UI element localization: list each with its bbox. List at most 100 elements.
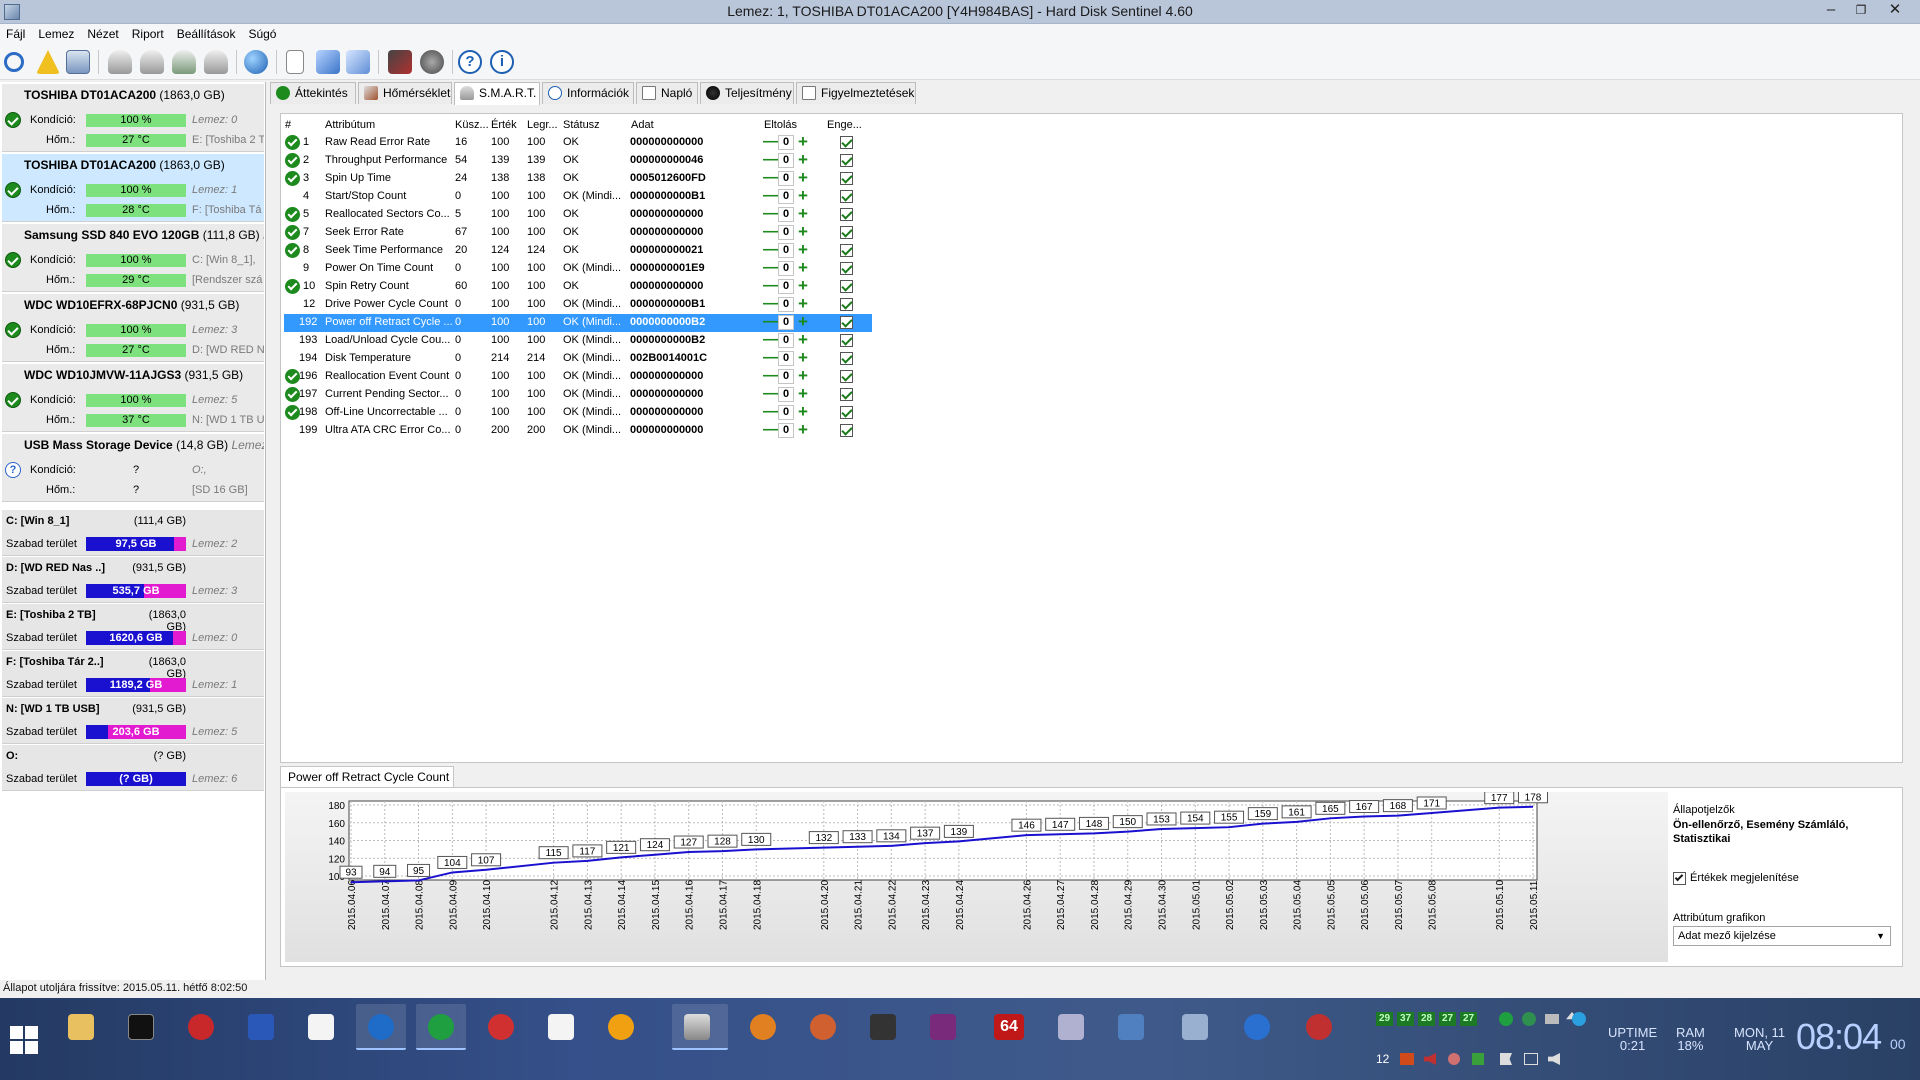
skype-tray-icon[interactable] (1572, 1012, 1586, 1026)
decrement-button[interactable]: — (763, 332, 779, 348)
help-icon[interactable]: ? (458, 50, 482, 74)
offset-value[interactable]: 0 (778, 135, 794, 150)
enable-checkbox[interactable] (840, 280, 853, 293)
utorrent-tray-icon[interactable] (1499, 1012, 1513, 1026)
menu-view[interactable]: Nézet (81, 24, 125, 41)
enable-checkbox[interactable] (840, 226, 853, 239)
network-tray-icon[interactable] (1522, 1012, 1536, 1026)
increment-button[interactable]: + (796, 241, 810, 258)
decrement-button[interactable]: — (763, 278, 779, 294)
stop-test-icon[interactable] (204, 50, 228, 74)
disk-icon[interactable] (66, 50, 90, 74)
tools-taskbar-icon[interactable] (1046, 1004, 1096, 1050)
offset-value[interactable]: 0 (778, 243, 794, 258)
maximize-button[interactable]: ❐ (1846, 0, 1876, 22)
increment-button[interactable]: + (796, 277, 810, 294)
offset-value[interactable]: 0 (778, 225, 794, 240)
tab-alerts[interactable]: Figyelmeztetések (796, 82, 916, 104)
enable-checkbox[interactable] (840, 190, 853, 203)
increment-button[interactable]: + (796, 205, 810, 222)
col-num[interactable]: # (285, 119, 291, 131)
smart-row[interactable]: 192 Power off Retract Cycle ... 0 100 100 OK … (284, 313, 872, 332)
offset-value[interactable]: 0 (778, 171, 794, 186)
show-values-checkbox[interactable] (1673, 872, 1686, 885)
disk-item[interactable]: WDC WD10EFRX-68PJCN0 (931,5 GB) Kondíció:… (2, 294, 264, 362)
tab-information[interactable]: Információk (542, 82, 634, 104)
graph-tab[interactable]: Power off Retract Cycle Count (280, 766, 454, 788)
hard-disk-sentinel-taskbar-icon[interactable] (672, 1004, 728, 1050)
users-taskbar-icon[interactable] (1106, 1004, 1156, 1050)
col-value[interactable]: Érték (491, 119, 517, 131)
enable-checkbox[interactable] (840, 244, 853, 257)
offset-value[interactable]: 0 (778, 333, 794, 348)
gauge-taskbar-icon[interactable] (798, 1004, 848, 1050)
ccleaner-taskbar-icon[interactable] (476, 1004, 526, 1050)
decrement-button[interactable]: — (763, 350, 779, 366)
increment-button[interactable]: + (796, 295, 810, 312)
col-attribute[interactable]: Attribútum (325, 119, 375, 131)
increment-button[interactable]: + (796, 367, 810, 384)
menu-disk[interactable]: Lemez (32, 24, 81, 41)
explorer-taskbar-icon[interactable] (56, 1004, 106, 1050)
utorrent-taskbar-icon[interactable] (416, 1004, 466, 1050)
refresh-icon[interactable] (4, 52, 24, 72)
enable-checkbox[interactable] (840, 136, 853, 149)
decrement-button[interactable]: — (763, 170, 779, 186)
smart-row[interactable]: 2 Throughput Performance 54 139 139 OK 0000000… (284, 151, 872, 170)
menu-settings[interactable]: Beállítások (171, 24, 243, 41)
offset-value[interactable]: 0 (778, 405, 794, 420)
test-icon[interactable] (108, 50, 132, 74)
update-tray-icon[interactable] (1472, 1053, 1484, 1065)
clock-time[interactable]: 08:04 (1796, 1016, 1882, 1058)
enable-checkbox[interactable] (840, 172, 853, 185)
enable-checkbox[interactable] (840, 298, 853, 311)
sync-icon[interactable] (316, 50, 340, 74)
tab-performance[interactable]: Teljesítmény (700, 82, 794, 104)
tab-temperature[interactable]: Hőmérséklet (358, 82, 452, 104)
disk-item[interactable]: WDC WD10JMVW-11AJGS3 (931,5 GB) Kondíció:… (2, 364, 264, 432)
browser-taskbar-icon[interactable] (356, 1004, 406, 1050)
smart-row[interactable]: 198 Off-Line Uncorrectable ... 0 100 100 OK (… (284, 403, 872, 422)
col-data[interactable]: Adat (631, 119, 654, 131)
col-worst[interactable]: Legr... (527, 119, 558, 131)
save-taskbar-icon[interactable] (236, 1004, 286, 1050)
aida64-taskbar-icon[interactable]: 64 (984, 1004, 1034, 1050)
language-indicator[interactable]: 12 (1376, 1052, 1389, 1066)
graph-mode-select[interactable]: Adat mező kijelzése ▼ (1673, 926, 1891, 946)
partition-item[interactable]: N: [WD 1 TB USB] (931,5 GB) Szabad terület… (2, 698, 264, 744)
partition-item[interactable]: F: [Toshiba Tár 2..] (1863,0 GB) Szabad te… (2, 651, 264, 697)
monitor-taskbar-icon[interactable] (1170, 1004, 1220, 1050)
smart-row[interactable]: 5 Reallocated Sectors Co... 5 100 100 OK 00000… (284, 205, 872, 224)
offset-value[interactable]: 0 (778, 351, 794, 366)
aimp-taskbar-icon[interactable] (596, 1004, 646, 1050)
temp-tray-1[interactable]: 29 (1376, 1012, 1393, 1026)
offset-value[interactable]: 0 (778, 369, 794, 384)
short-test-icon[interactable] (172, 50, 196, 74)
media-taskbar-icon[interactable] (738, 1004, 788, 1050)
col-enable[interactable]: Enge... (827, 119, 862, 131)
increment-button[interactable]: + (796, 187, 810, 204)
satellite-taskbar-icon[interactable] (1294, 1004, 1344, 1050)
disk-item[interactable]: TOSHIBA DT01ACA200 (1863,0 GB) Kondíció: 1… (2, 154, 264, 222)
increment-button[interactable]: + (796, 259, 810, 276)
decrement-button[interactable]: — (763, 134, 779, 150)
col-status[interactable]: Státusz (563, 119, 600, 131)
disk-item[interactable]: Samsung SSD 840 EVO 120GB (111,8 GB) Le K… (2, 224, 264, 292)
offset-value[interactable]: 0 (778, 207, 794, 222)
offset-value[interactable]: 0 (778, 315, 794, 330)
decrement-button[interactable]: — (763, 206, 779, 222)
temp-tray-5[interactable]: 27 (1460, 1012, 1477, 1026)
increment-button[interactable]: + (796, 133, 810, 150)
smart-row[interactable]: 8 Seek Time Performance 20 124 124 OK 00000000… (284, 241, 872, 260)
smart-row[interactable]: 194 Disk Temperature 0 214 214 OK (Mindi... 00… (284, 349, 872, 368)
speaker-red-tray-icon[interactable] (1424, 1053, 1436, 1065)
smart-row[interactable]: 4 Start/Stop Count 0 100 100 OK (Mindi... 0000… (284, 187, 872, 206)
volume-tray-icon[interactable] (1548, 1053, 1560, 1065)
disk-item[interactable]: USB Mass Storage Device (14,8 GB) Lemez:… (2, 434, 264, 502)
offset-value[interactable]: 0 (778, 387, 794, 402)
drive-tray-icon[interactable] (1545, 1014, 1559, 1024)
decrement-button[interactable]: — (763, 314, 779, 330)
smart-row[interactable]: 12 Drive Power Cycle Count 0 100 100 OK (Mind… (284, 295, 872, 314)
minimize-button[interactable]: – (1816, 0, 1846, 22)
enable-checkbox[interactable] (840, 370, 853, 383)
